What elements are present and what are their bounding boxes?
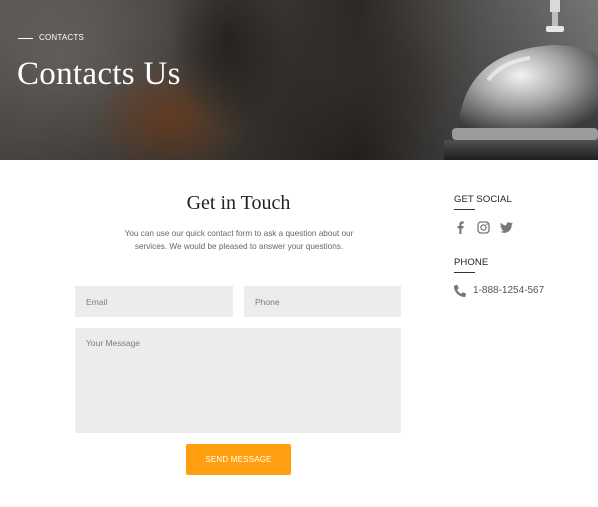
breadcrumb[interactable]: CONTACTS bbox=[39, 33, 84, 42]
phone-number[interactable]: 1-888-1254-567 bbox=[473, 285, 544, 296]
breadcrumb-rule bbox=[18, 38, 33, 39]
instagram-icon[interactable] bbox=[477, 221, 490, 234]
social-heading-rule bbox=[454, 209, 475, 210]
get-social-heading: GET SOCIAL bbox=[454, 194, 512, 205]
service-bell-image bbox=[444, 0, 598, 160]
message-field[interactable] bbox=[75, 328, 401, 433]
phone-icon bbox=[454, 285, 466, 297]
send-message-button[interactable]: SEND MESSAGE bbox=[186, 444, 291, 475]
phone-heading: PHONE bbox=[454, 257, 489, 268]
page-title: Contacts Us bbox=[17, 56, 181, 92]
hero-banner: CONTACTS Contacts Us bbox=[0, 0, 598, 160]
facebook-icon[interactable] bbox=[454, 221, 467, 234]
email-field[interactable] bbox=[75, 286, 233, 317]
twitter-icon[interactable] bbox=[500, 221, 513, 234]
phone-heading-rule bbox=[454, 272, 475, 273]
form-title: Get in Touch bbox=[186, 192, 291, 214]
phone-field[interactable] bbox=[244, 286, 401, 317]
form-description: You can use our quick contact form to as… bbox=[124, 229, 354, 251]
